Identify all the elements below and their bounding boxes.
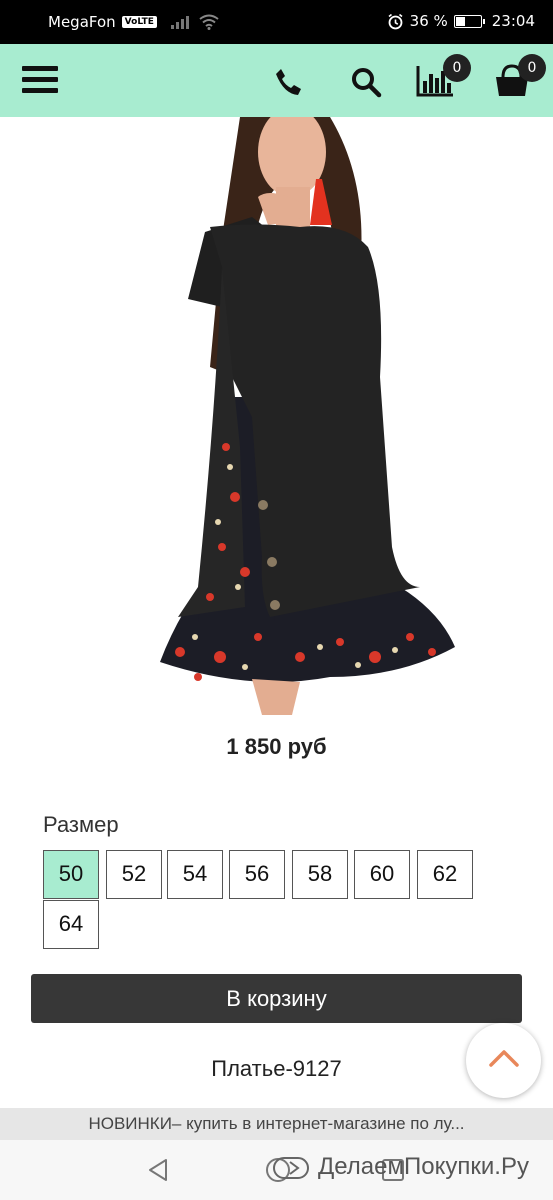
clock: 23:04	[491, 12, 535, 30]
signal-icon	[170, 15, 189, 29]
wifi-icon	[199, 14, 219, 30]
chevron-up-icon	[489, 1050, 519, 1067]
cart-count-badge: 0	[518, 54, 546, 82]
size-option-50[interactable]: 50	[43, 850, 99, 899]
size-option-52[interactable]: 52	[106, 850, 162, 899]
battery-percent: 36 %	[409, 12, 448, 30]
size-option-62[interactable]: 62	[417, 850, 473, 899]
back-icon[interactable]	[146, 1158, 170, 1182]
screen: MegaFon VoLTE 36 % 23:04 0 0 1 850 руб Р…	[0, 0, 553, 1200]
battery-icon	[453, 14, 485, 28]
menu-icon[interactable]	[22, 66, 58, 96]
status-bar: MegaFon VoLTE 36 % 23:04	[0, 0, 553, 44]
product-price: 1 850 руб	[226, 734, 327, 759]
search-icon[interactable]	[350, 66, 382, 98]
size-option-60[interactable]: 60	[354, 850, 410, 899]
browser-page-title[interactable]: НОВИНКИ– купить в интернет-магазине по л…	[0, 1108, 553, 1140]
alarm-icon	[388, 13, 403, 29]
size-option-54[interactable]: 54	[167, 850, 223, 899]
size-option-56[interactable]: 56	[229, 850, 285, 899]
size-option-58[interactable]: 58	[292, 850, 348, 899]
scroll-to-top-button[interactable]	[466, 1023, 541, 1098]
size-label: Размер	[43, 812, 119, 837]
site-header: 0 0	[0, 44, 553, 117]
carrier-name: MegaFon	[48, 13, 116, 31]
watermark-logo-icon	[273, 1157, 309, 1179]
size-option-64[interactable]: 64	[43, 900, 99, 949]
add-to-cart-button[interactable]: В корзину	[31, 974, 522, 1023]
product-image[interactable]	[0, 117, 553, 717]
compare-count-badge: 0	[443, 54, 471, 82]
dress-illustration	[160, 117, 455, 715]
phone-icon[interactable]	[272, 66, 304, 98]
volte-badge: VoLTE	[121, 16, 157, 28]
watermark-text: ДелаемПокупки.Ру	[318, 1153, 529, 1180]
